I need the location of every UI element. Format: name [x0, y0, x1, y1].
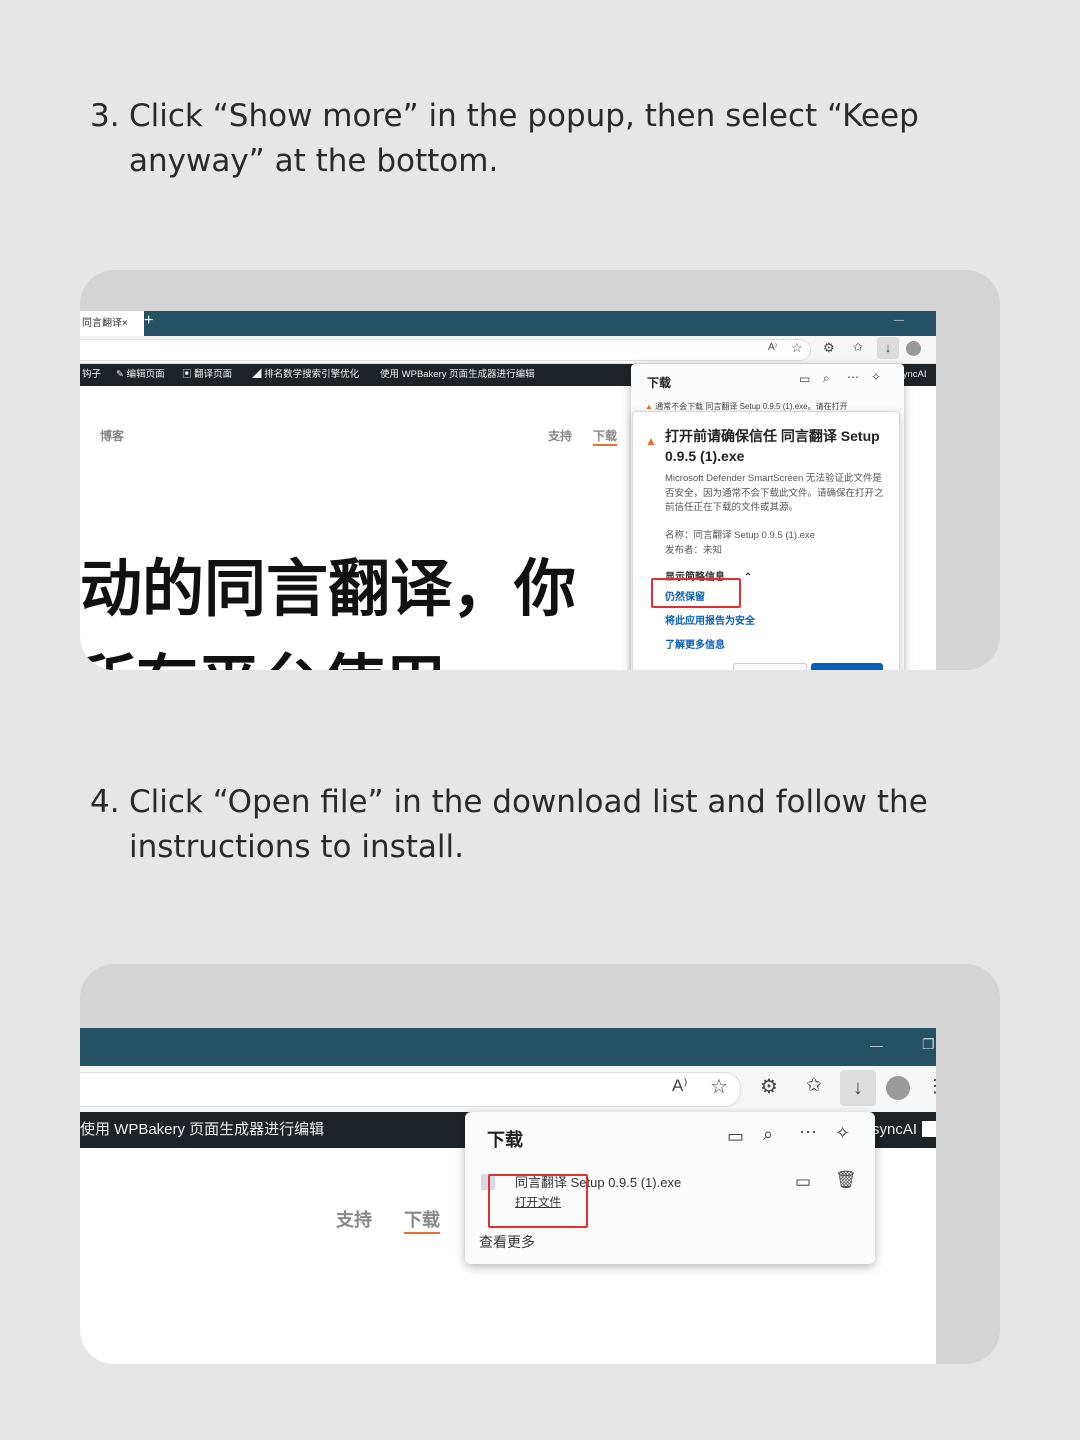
nav-download[interactable]: 下载 [593, 427, 618, 446]
favorites-list-icon[interactable]: ✩ [806, 1074, 822, 1097]
step-text: Click “Show more” in the popup, then sel… [129, 98, 919, 179]
step-4-instruction: 4. Click “Open file” in the download lis… [90, 780, 990, 870]
translate-icon: ▣ [182, 369, 195, 380]
favorites-list-icon[interactable]: ✩ [853, 340, 863, 354]
search-icon[interactable]: ⌕ [763, 1124, 773, 1145]
browser-screenshot-2: — ❐ A⁾ ☆ ⚙ ✩ ↓ ⋮ 使用 WPBakery 页面生成器进行编辑 s… [80, 1028, 936, 1364]
tab-close-icon[interactable]: × [122, 311, 128, 336]
show-in-folder-icon[interactable]: ▭ [795, 1172, 811, 1192]
rank-math-label: 排名数学搜索引擎优化 [264, 369, 360, 380]
adminbar-box [922, 1121, 936, 1137]
nav-support[interactable]: 支持 [548, 427, 572, 444]
warning-notice-text: 通常不会下载 同言翻译 Setup 0.9.5 (1).exe。请在打开 [655, 402, 848, 411]
favorite-star-icon[interactable]: ☆ [791, 340, 803, 356]
secondary-button[interactable] [733, 663, 807, 670]
wpbakery-item[interactable]: 使用 WPBakery 页面生成器进行编辑 [80, 1112, 324, 1148]
adminbar-syncai[interactable]: syncAI [872, 1112, 917, 1148]
warning-icon: ▲ [645, 434, 657, 448]
screenshot-card-2: — ❐ A⁾ ☆ ⚙ ✩ ↓ ⋮ 使用 WPBakery 页面生成器进行编辑 s… [80, 964, 1000, 1364]
toolbar: A⁾ ☆ ⚙ ✩ ↓ ⋮ [80, 1066, 936, 1113]
dialog-body: Microsoft Defender SmartScreen 无法验证此文件是否… [665, 473, 884, 513]
pin-icon[interactable]: ✧ [835, 1123, 850, 1144]
report-safe-link[interactable]: 将此应用报告为安全 [665, 612, 755, 627]
publisher-row: 发布者：未知 [665, 545, 723, 556]
profile-avatar[interactable] [886, 1076, 910, 1100]
step-number: 3. [90, 98, 120, 134]
highlight-box [651, 578, 741, 608]
step-3-instruction: 3. Click “Show more” in the popup, then … [90, 94, 990, 184]
more-icon[interactable]: ⋮ [926, 1076, 936, 1097]
nav-blog[interactable]: 博客 [100, 427, 124, 444]
screenshot-card-1: 同言翻译 × + — A⁾ ☆ ⚙ ✩ ↓ 钩子 ✎ 编辑页面 ▣ 翻译页面 ◢… [80, 270, 1000, 670]
read-aloud-icon[interactable]: A⁾ [768, 342, 777, 353]
minimize-icon[interactable]: — [870, 1038, 883, 1053]
edit-page-item[interactable]: ✎ 编辑页面 [116, 364, 165, 386]
translate-page-item[interactable]: ▣ 翻译页面 [182, 364, 232, 386]
toolbar: A⁾ ☆ ⚙ ✩ ↓ [80, 336, 936, 364]
rank-math-item[interactable]: ◢ 排名数学搜索引擎优化 [252, 364, 359, 386]
pin-icon[interactable]: ✧ [871, 370, 881, 384]
address-input[interactable] [80, 1072, 741, 1107]
translate-page-label: 翻译页面 [194, 369, 233, 380]
title-bar: 同言翻译 × + — [80, 311, 936, 336]
see-more-link[interactable]: 查看更多 [479, 1232, 535, 1252]
tab-title: 同言翻译 [82, 318, 122, 329]
step-text: Click “Open file” in the download list a… [129, 784, 928, 865]
downloads-panel: 下载 ▭ ⌕ ⋯ ✧ 同言翻译 Setup 0.9.5 (1).exe 打开文件… [465, 1112, 875, 1264]
hero-heading-line-1: 动的同言翻译，你 [80, 552, 577, 625]
nav-download[interactable]: 下载 [404, 1206, 440, 1234]
profile-avatar[interactable] [906, 341, 921, 356]
warning-icon: ▲ [645, 402, 656, 411]
nav-support[interactable]: 支持 [336, 1206, 372, 1232]
adminbar-item-hook[interactable]: 钩子 [82, 364, 101, 386]
primary-button[interactable] [811, 663, 883, 670]
download-icon[interactable]: ↓ [840, 1070, 876, 1106]
read-aloud-icon[interactable]: A⁾ [672, 1076, 688, 1096]
browser-tab[interactable]: 同言翻译 × [80, 311, 144, 336]
downloads-title: 下载 [647, 376, 672, 390]
dialog-title: 打开前请确保信任 同言翻译 Setup 0.9.5 (1).exe [665, 428, 880, 464]
extensions-icon[interactable]: ⚙ [760, 1074, 778, 1099]
browser-screenshot-1: 同言翻译 × + — A⁾ ☆ ⚙ ✩ ↓ 钩子 ✎ 编辑页面 ▣ 翻译页面 ◢… [80, 311, 936, 670]
step-number: 4. [90, 784, 120, 820]
rank-math-icon: ◢ [252, 369, 265, 380]
wpbakery-item[interactable]: 使用 WPBakery 页面生成器进行编辑 [380, 364, 535, 386]
trash-icon[interactable]: 🗑 [835, 1170, 857, 1190]
smartscreen-dialog: ▲ 打开前请确保信任 同言翻译 Setup 0.9.5 (1).exe Micr… [632, 411, 900, 670]
download-icon[interactable]: ↓ [877, 337, 899, 359]
pencil-icon: ✎ [116, 369, 127, 380]
learn-more-link[interactable]: 了解更多信息 [665, 636, 725, 651]
folder-icon[interactable]: ▭ [799, 372, 810, 386]
extensions-icon[interactable]: ⚙ [823, 340, 835, 356]
search-icon[interactable]: ⌕ [823, 371, 830, 386]
hero-heading-line-2: 所有平台使用 [80, 633, 446, 670]
chevron-up-icon: ⌃ [743, 572, 753, 583]
title-bar: — ❐ [80, 1028, 936, 1066]
downloads-title: 下载 [487, 1130, 523, 1150]
highlight-box [488, 1174, 588, 1228]
edit-page-label: 编辑页面 [126, 369, 165, 380]
address-input[interactable] [80, 339, 811, 361]
favorite-star-icon[interactable]: ☆ [710, 1074, 728, 1099]
new-tab-icon[interactable]: + [144, 312, 153, 330]
minimize-icon[interactable]: — [894, 315, 904, 326]
restore-icon[interactable]: ❐ [922, 1036, 935, 1053]
file-name-row: 名称：同言翻译 Setup 0.9.5 (1).exe [665, 530, 815, 541]
more-icon[interactable]: ⋯ [847, 370, 859, 384]
more-icon[interactable]: ⋯ [799, 1122, 817, 1143]
folder-icon[interactable]: ▭ [727, 1126, 744, 1147]
